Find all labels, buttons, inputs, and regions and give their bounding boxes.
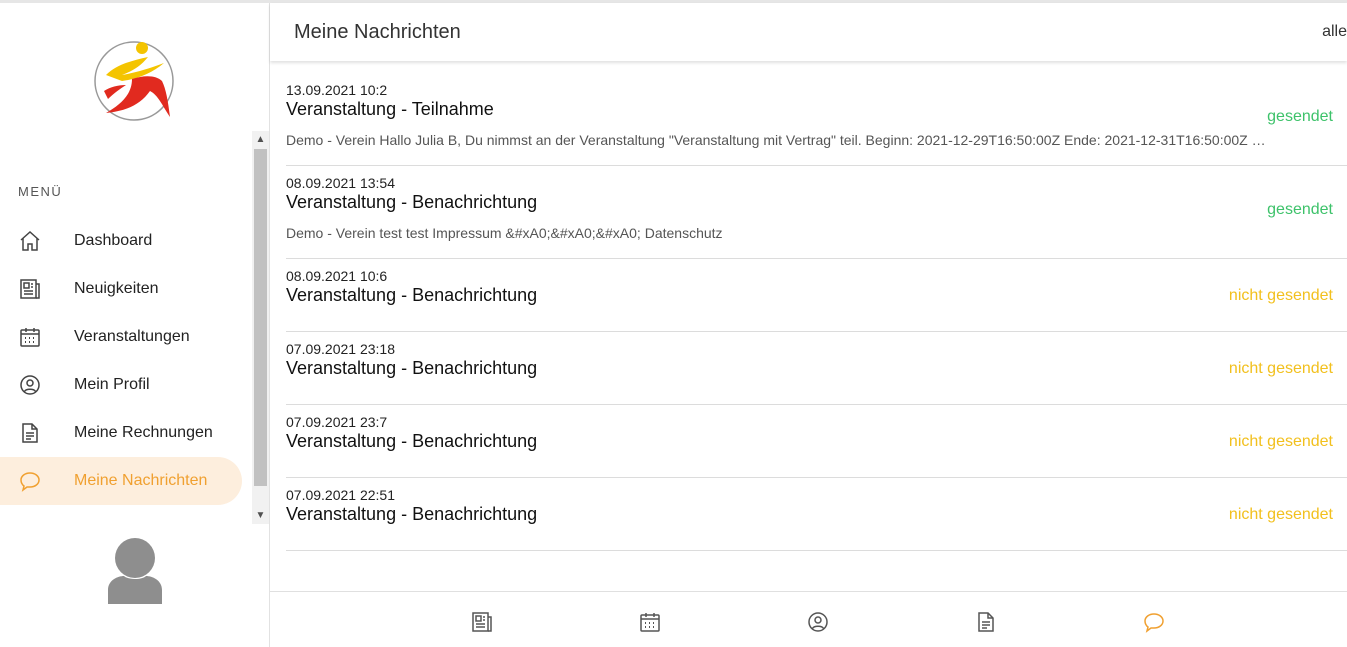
message-date: 08.09.2021 10:6	[286, 268, 388, 284]
message-subject: Veranstaltung - Benachrichtung	[286, 504, 538, 524]
menu-heading: MENÜ	[18, 184, 63, 199]
sidebar-item-label: Neuigkeiten	[74, 280, 159, 297]
message-date: 13.09.2021 10:2	[286, 82, 388, 98]
message-date: 07.09.2021 22:51	[286, 487, 395, 503]
status-badge: nicht gesendet	[1228, 360, 1333, 377]
message-date: 07.09.2021 23:18	[286, 341, 395, 357]
sidebar-item-dashboard[interactable]: Dashboard	[0, 217, 252, 265]
sidebar-item-meine-nachrichten[interactable]: Meine Nachrichten	[0, 457, 242, 505]
page-header: Meine Nachrichten alle	[270, 3, 1347, 61]
profile-icon	[18, 373, 42, 397]
status-badge: gesendet	[1267, 108, 1333, 125]
status-badge: nicht gesendet	[1228, 433, 1333, 450]
message-item[interactable]: 13.09.2021 10:2 Veranstaltung - Teilnahm…	[286, 73, 1347, 166]
newspaper-icon	[18, 277, 42, 301]
scroll-up-arrow-icon[interactable]: ▲	[252, 131, 269, 148]
calendar-icon[interactable]	[638, 610, 662, 634]
sidebar-item-meine-rechnungen[interactable]: Meine Rechnungen	[0, 409, 252, 457]
chat-icon[interactable]	[1142, 610, 1166, 634]
app-window: MENÜ Dashboard Neuigkeiten Veranstaltung…	[0, 0, 1347, 647]
message-item[interactable]: 08.09.2021 10:6 Veranstaltung - Benachri…	[286, 259, 1347, 332]
document-icon[interactable]	[974, 610, 998, 634]
message-item[interactable]: 08.09.2021 13:54 Veranstaltung - Benachr…	[286, 166, 1347, 259]
bottom-navigation	[270, 591, 1347, 647]
message-date: 07.09.2021 23:7	[286, 414, 388, 430]
status-badge: nicht gesendet	[1228, 287, 1333, 304]
sidebar-nav: Dashboard Neuigkeiten Veranstaltungen Me…	[0, 217, 252, 505]
message-subject: Veranstaltung - Teilnahme	[286, 99, 494, 119]
message-subject: Veranstaltung - Benachrichtung	[286, 285, 538, 305]
user-avatar-icon[interactable]	[106, 536, 164, 604]
message-item[interactable]: 07.09.2021 22:51 Veranstaltung - Benachr…	[286, 478, 1347, 551]
message-subject: Veranstaltung - Benachrichtung	[286, 192, 538, 212]
page-title: Meine Nachrichten	[294, 21, 461, 43]
message-list: 13.09.2021 10:2 Veranstaltung - Teilnahm…	[286, 73, 1347, 551]
sidebar-item-mein-profil[interactable]: Mein Profil	[0, 361, 252, 409]
scroll-down-arrow-icon[interactable]: ▼	[252, 507, 269, 524]
status-badge: nicht gesendet	[1228, 506, 1333, 523]
profile-icon[interactable]	[806, 610, 830, 634]
message-date: 08.09.2021 13:54	[286, 175, 395, 191]
sidebar-scrollbar[interactable]: ▲ ▼	[252, 131, 269, 524]
calendar-icon	[18, 325, 42, 349]
message-preview: Demo - Verein test test Impressum &#xA0;…	[286, 225, 723, 241]
message-subject: Veranstaltung - Benachrichtung	[286, 431, 538, 451]
document-icon	[18, 421, 42, 445]
status-badge: gesendet	[1267, 201, 1333, 218]
sidebar-item-label: Meine Nachrichten	[74, 472, 208, 489]
chat-icon	[18, 469, 42, 493]
filter-dropdown[interactable]: alle	[1322, 23, 1347, 41]
message-preview: Demo - Verein Hallo Julia B, Du nimmst a…	[286, 132, 1266, 148]
sidebar-item-label: Mein Profil	[74, 376, 150, 393]
message-subject: Veranstaltung - Benachrichtung	[286, 358, 538, 378]
scroll-thumb[interactable]	[254, 149, 267, 486]
home-icon	[18, 229, 42, 253]
sidebar-item-label: Veranstaltungen	[74, 328, 190, 345]
sidebar: MENÜ Dashboard Neuigkeiten Veranstaltung…	[0, 3, 270, 647]
sidebar-item-veranstaltungen[interactable]: Veranstaltungen	[0, 313, 252, 361]
newspaper-icon[interactable]	[470, 610, 494, 634]
sidebar-item-neuigkeiten[interactable]: Neuigkeiten	[0, 265, 252, 313]
sidebar-item-label: Dashboard	[74, 232, 153, 249]
message-item[interactable]: 07.09.2021 23:7 Veranstaltung - Benachri…	[286, 405, 1347, 478]
club-logo	[94, 41, 174, 121]
sidebar-item-label: Meine Rechnungen	[74, 424, 213, 441]
message-item[interactable]: 07.09.2021 23:18 Veranstaltung - Benachr…	[286, 332, 1347, 405]
